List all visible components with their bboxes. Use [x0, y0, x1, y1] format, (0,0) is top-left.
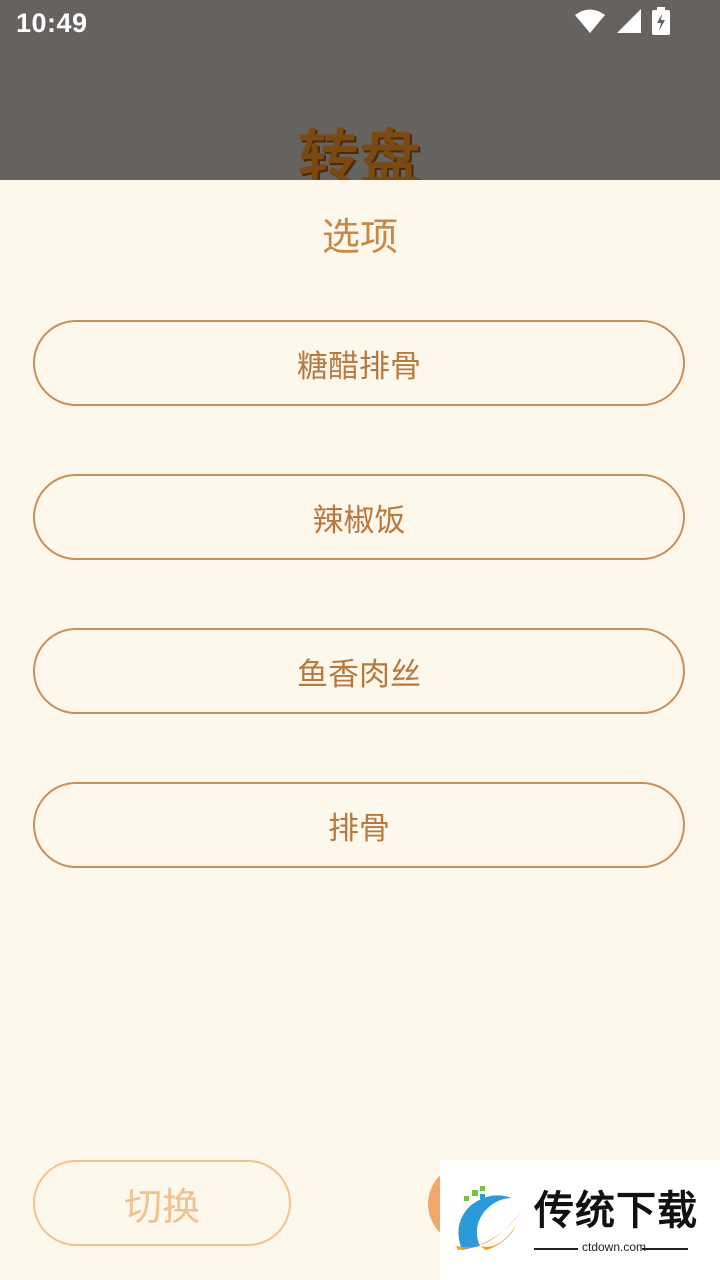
cell-signal-icon [616, 8, 642, 38]
status-icons [574, 7, 670, 39]
option-item[interactable]: 辣椒饭 [33, 474, 685, 560]
option-item[interactable]: 排骨 [33, 782, 685, 868]
battery-charging-icon [652, 7, 670, 39]
options-sheet: 选项 糖醋排骨 辣椒饭 鱼香肉丝 排骨 切换 [0, 180, 720, 1280]
option-item[interactable]: 糖醋排骨 [33, 320, 685, 406]
status-time: 10:49 [16, 8, 88, 38]
status-bar: 10:49 [0, 0, 720, 50]
watermark: 传统下载 ctdown.com [440, 1160, 720, 1280]
watermark-brand: 传统下载 [534, 1188, 698, 1234]
watermark-site: ctdown.com [581, 1240, 647, 1254]
option-item[interactable]: 鱼香肉丝 [33, 628, 685, 714]
wifi-icon [574, 8, 606, 38]
sheet-title: 选项 [321, 215, 398, 259]
switch-button[interactable]: 切换 [33, 1160, 291, 1246]
